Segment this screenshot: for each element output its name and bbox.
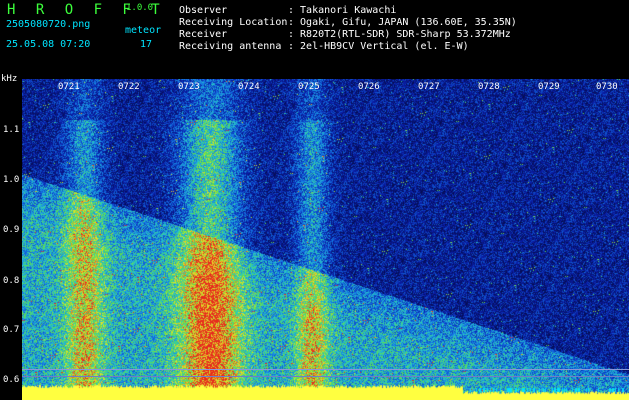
y-tick: 1.1 <box>3 125 20 135</box>
x-tick: 0722 <box>118 82 140 92</box>
receiver-value: : R820T2(RTL-SDR) SDR-Sharp 53.372MHz <box>288 29 511 40</box>
x-tick: 0724 <box>238 82 260 92</box>
meteor-count-label: meteor <box>125 25 162 36</box>
y-tick: 1.0 <box>3 175 20 185</box>
location-label: Receiving Location <box>179 17 288 28</box>
x-tick: 0725 <box>298 82 320 92</box>
observer-value: : Takanori Kawachi <box>288 5 397 16</box>
antenna-label: Receiving antenna <box>179 41 282 52</box>
x-tick: 0727 <box>418 82 440 92</box>
timestamp: 25.05.08 07:20 <box>6 39 91 50</box>
location-value: : Ogaki, Gifu, JAPAN (136.60E, 35.35N) <box>288 17 517 28</box>
spectrogram <box>22 79 629 400</box>
y-axis-unit: kHz <box>1 74 18 84</box>
y-tick: 0.8 <box>3 276 20 286</box>
y-tick: 0.6 <box>3 375 20 385</box>
x-tick: 0723 <box>178 82 200 92</box>
x-tick: 0721 <box>58 82 80 92</box>
observer-label: Observer <box>179 5 228 16</box>
app-version: 1.0.0 <box>126 3 154 13</box>
antenna-value: : 2el-HB9CV Vertical (el. E-W) <box>288 41 469 52</box>
receiver-label: Receiver <box>179 29 228 40</box>
x-tick: 0729 <box>538 82 560 92</box>
x-tick: 0730 <box>596 82 618 92</box>
y-tick: 0.7 <box>3 325 20 335</box>
meteor-count-value: 17 <box>140 39 153 50</box>
reference-line-upper <box>22 369 629 370</box>
reference-line-lower <box>22 376 629 377</box>
x-tick: 0728 <box>478 82 500 92</box>
file-name: 2505080720.png <box>6 19 91 30</box>
x-tick: 0726 <box>358 82 380 92</box>
y-tick: 0.9 <box>3 225 20 235</box>
